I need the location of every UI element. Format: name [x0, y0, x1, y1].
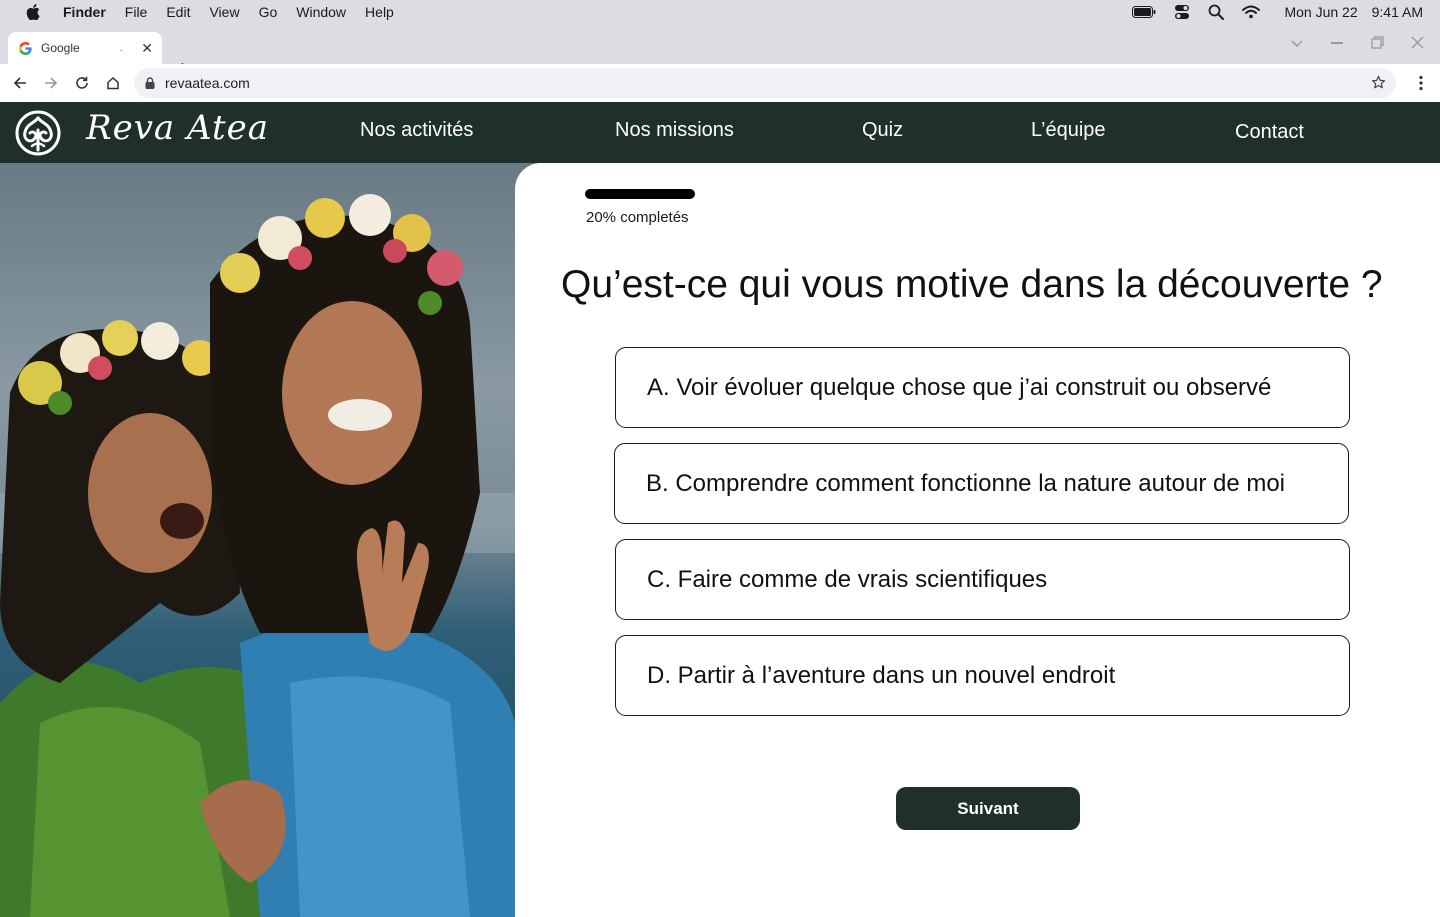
- tab-close-icon[interactable]: ✕: [141, 40, 153, 56]
- reva-atea-logo-icon[interactable]: [15, 110, 61, 156]
- window-close-icon[interactable]: [1411, 36, 1424, 54]
- nav-link-missions[interactable]: Nos missions: [615, 119, 734, 142]
- menu-finder[interactable]: Finder: [63, 4, 106, 20]
- quiz-option-c-label: C. Faire comme de vrais scientifiques: [647, 565, 1048, 593]
- reload-icon[interactable]: [73, 74, 91, 92]
- quiz-option-b[interactable]: B. Comprendre comment fonctionne la natu…: [614, 443, 1349, 524]
- window-restore-icon[interactable]: [1371, 36, 1384, 54]
- menu-help[interactable]: Help: [365, 4, 394, 20]
- next-button[interactable]: Suivant: [896, 787, 1080, 830]
- tab-search-chevron-icon[interactable]: [1290, 36, 1304, 54]
- nav-link-contact[interactable]: Contact: [1235, 121, 1304, 144]
- window-minimize-icon[interactable]: [1331, 42, 1343, 44]
- menu-edit[interactable]: Edit: [166, 4, 190, 20]
- menu-window[interactable]: Window: [296, 4, 346, 20]
- quiz-option-d[interactable]: D. Partir à l’aventure dans un nouvel en…: [615, 635, 1350, 716]
- apple-icon[interactable]: [25, 4, 41, 20]
- spotlight-search-icon[interactable]: [1208, 4, 1225, 20]
- home-icon[interactable]: [104, 74, 122, 92]
- quiz-panel: 20% completés Qu’est-ce qui vous motive …: [515, 163, 1440, 917]
- control-center-icon[interactable]: [1174, 4, 1190, 20]
- menubar-status-area: Mon Jun 22 9:41 AM: [1132, 0, 1423, 24]
- progress-bar-fill: [585, 189, 695, 199]
- browser-address-bar: revaatea.com: [0, 64, 1440, 102]
- lock-icon[interactable]: [145, 77, 155, 89]
- browser-tab-strip: Google . ✕ +: [0, 24, 1440, 80]
- nav-link-equipe[interactable]: L’équipe: [1031, 119, 1106, 142]
- progress-bar: [585, 189, 695, 199]
- url-bar[interactable]: revaatea.com: [134, 68, 1396, 98]
- battery-icon[interactable]: [1132, 6, 1156, 18]
- nav-link-quiz[interactable]: Quiz: [862, 119, 903, 142]
- menu-file[interactable]: File: [125, 4, 148, 20]
- quiz-option-b-label: B. Comprendre comment fonctionne la natu…: [646, 469, 1286, 497]
- tab-loading-dot: .: [119, 42, 123, 54]
- bookmark-star-icon[interactable]: [1371, 75, 1386, 90]
- menubar-time: 9:41 AM: [1371, 4, 1423, 20]
- macos-menubar: Finder File Edit View Go Window Help Mon…: [0, 0, 1440, 24]
- forward-arrow-icon[interactable]: [42, 74, 60, 92]
- menu-go[interactable]: Go: [259, 4, 278, 20]
- wifi-icon[interactable]: [1242, 5, 1261, 19]
- quiz-option-d-label: D. Partir à l’aventure dans un nouvel en…: [647, 661, 1116, 689]
- menubar-date: Mon Jun 22: [1284, 4, 1358, 20]
- browser-menu-kebab-icon[interactable]: [1419, 75, 1423, 91]
- quiz-option-c[interactable]: C. Faire comme de vrais scientifiques: [615, 539, 1350, 620]
- url-text: revaatea.com: [165, 75, 250, 91]
- quiz-option-a-label: A. Voir évoluer quelque chose que j’ai c…: [647, 373, 1272, 401]
- quiz-question: Qu’est-ce qui vous motive dans la découv…: [561, 263, 1383, 306]
- site-logo-text[interactable]: Reva Atea: [86, 108, 269, 148]
- hero-photo: [0, 163, 540, 917]
- tab-title: Google: [41, 41, 80, 55]
- progress-label: 20% completés: [586, 209, 689, 226]
- google-favicon-icon: [19, 41, 32, 55]
- nav-link-activites[interactable]: Nos activités: [360, 119, 473, 142]
- site-header: Reva Atea Nos activités Nos missions Qui…: [0, 102, 1440, 163]
- menu-view[interactable]: View: [209, 4, 239, 20]
- quiz-option-a[interactable]: A. Voir évoluer quelque chose que j’ai c…: [615, 347, 1350, 428]
- browser-tab[interactable]: Google . ✕: [8, 32, 162, 64]
- back-arrow-icon[interactable]: [11, 74, 29, 92]
